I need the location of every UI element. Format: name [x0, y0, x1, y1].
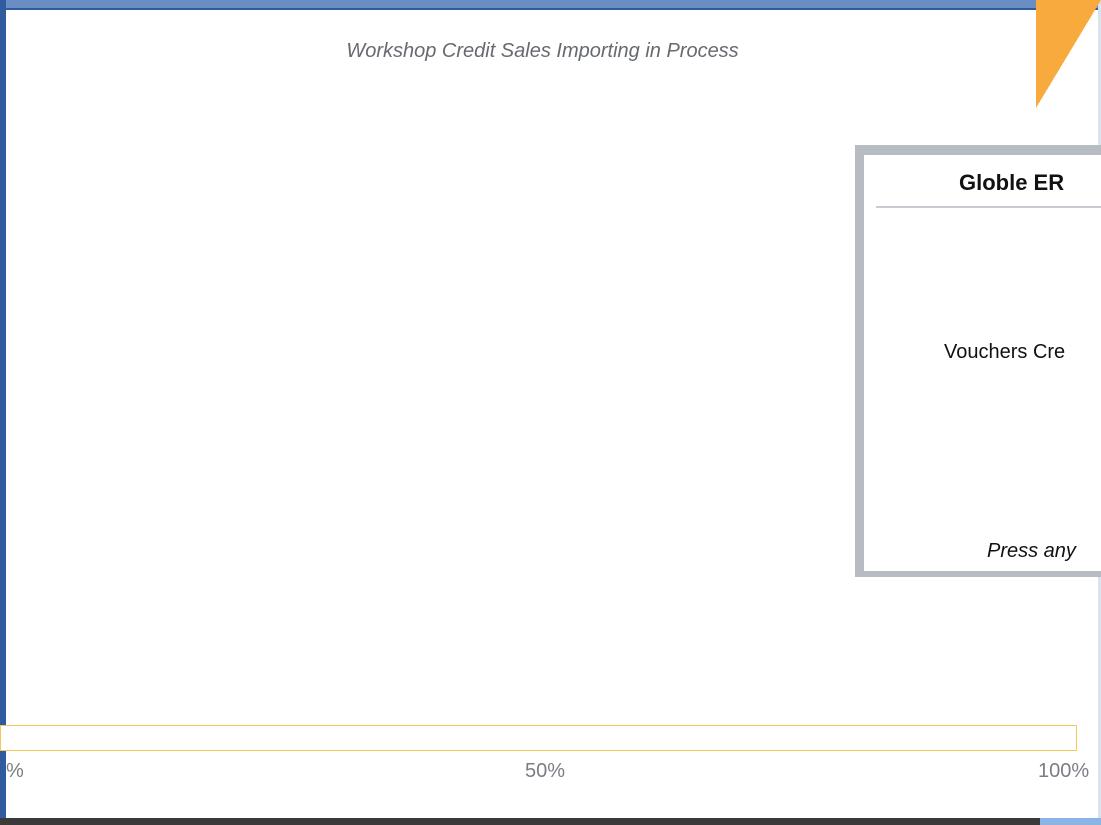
- progress-scale-middle: 50%: [525, 760, 566, 782]
- window-top-border: [0, 0, 1101, 10]
- message-dialog[interactable]: Globle ER Vouchers Cre Press any: [855, 145, 1101, 577]
- import-progress-window: Workshop Credit Sales Importing in Proce…: [0, 0, 1101, 825]
- window-bottom-right-accent: [1040, 818, 1101, 825]
- import-progress-bar: [0, 725, 1077, 751]
- message-dialog-title: Globle ER: [959, 170, 1065, 195]
- corner-accent-triangle: [1036, 0, 1101, 108]
- message-dialog-divider: [876, 206, 1101, 208]
- window-bottom-border: [0, 818, 1101, 825]
- message-dialog-hint: Press any: [987, 540, 1076, 562]
- progress-scale-end: 100%: [1038, 760, 1090, 782]
- message-dialog-body: Globle ER Vouchers Cre Press any: [864, 155, 1101, 571]
- window-left-border: [0, 0, 6, 825]
- process-status-title: Workshop Credit Sales Importing in Proce…: [346, 40, 739, 62]
- progress-scale-start: %: [6, 760, 24, 782]
- message-dialog-text: Vouchers Cre: [944, 341, 1066, 363]
